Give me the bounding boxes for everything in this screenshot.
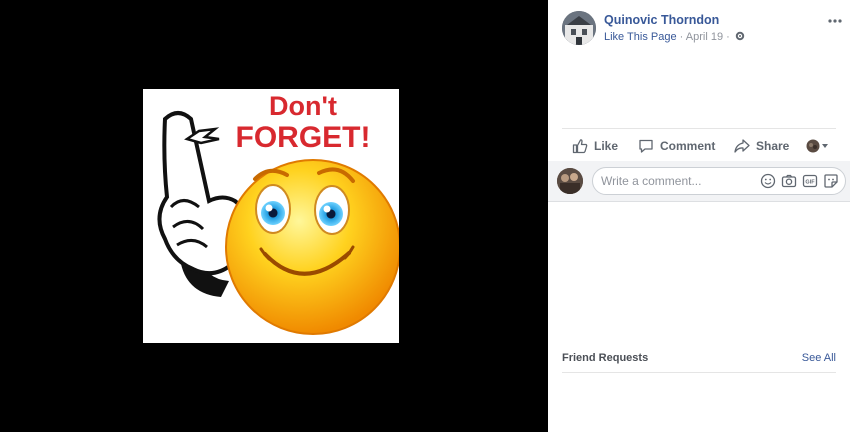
post-as-selector[interactable]: [806, 129, 838, 162]
see-all-link[interactable]: See All: [802, 352, 836, 364]
svg-text:GIF: GIF: [805, 180, 815, 186]
like-this-page-link[interactable]: Like This Page: [604, 31, 677, 43]
friend-requests-header: Friend Requests See All: [562, 352, 836, 373]
comment-icon: [639, 139, 653, 153]
comment-button[interactable]: Comment: [638, 129, 715, 162]
more-options-icon[interactable]: [828, 13, 842, 23]
post-photo[interactable]: Don't FORGET!: [143, 89, 399, 343]
gif-icon[interactable]: GIF: [802, 173, 818, 189]
dropdown-caret-icon: [806, 139, 828, 152]
comment-field[interactable]: GIF: [592, 167, 846, 195]
friend-requests-title: Friend Requests: [562, 352, 649, 364]
share-button[interactable]: Share: [734, 129, 789, 162]
comment-tools: GIF: [760, 173, 839, 189]
page-avatar-image: [562, 11, 596, 45]
photo-text-dont: Don't: [269, 91, 337, 121]
user-avatar[interactable]: [557, 168, 583, 194]
gear-icon[interactable]: [735, 31, 745, 44]
like-icon: [572, 138, 588, 153]
share-icon: [734, 138, 750, 153]
comment-label: Comment: [660, 138, 716, 153]
photo-viewer: Don't FORGET!: [0, 0, 548, 432]
meta-dot: ·: [726, 31, 730, 43]
post-actions-bar: Like Comment Share: [562, 128, 836, 163]
page-name-link[interactable]: Quinovic Thorndon: [604, 13, 719, 27]
dont-forget-image: Don't FORGET!: [157, 91, 399, 335]
camera-icon[interactable]: [781, 173, 797, 189]
page-avatar[interactable]: [562, 11, 596, 45]
comment-composer: GIF: [548, 161, 850, 202]
post-header: Quinovic Thorndon Like This Page · April…: [562, 11, 842, 51]
post-meta: Like This Page · April 19 ·: [604, 31, 745, 44]
emoji-icon[interactable]: [760, 173, 776, 189]
like-label: Like: [594, 138, 619, 153]
post-date[interactable]: April 19: [686, 31, 723, 43]
photo-text-forget: FORGET!: [236, 121, 371, 154]
like-button[interactable]: Like: [572, 129, 618, 162]
comment-input[interactable]: [601, 168, 751, 194]
share-label: Share: [756, 138, 790, 153]
meta-separator: ·: [679, 31, 684, 43]
user-avatar-image: [557, 168, 583, 194]
sticker-icon[interactable]: [823, 173, 839, 189]
post-side-panel: Quinovic Thorndon Like This Page · April…: [548, 0, 850, 432]
